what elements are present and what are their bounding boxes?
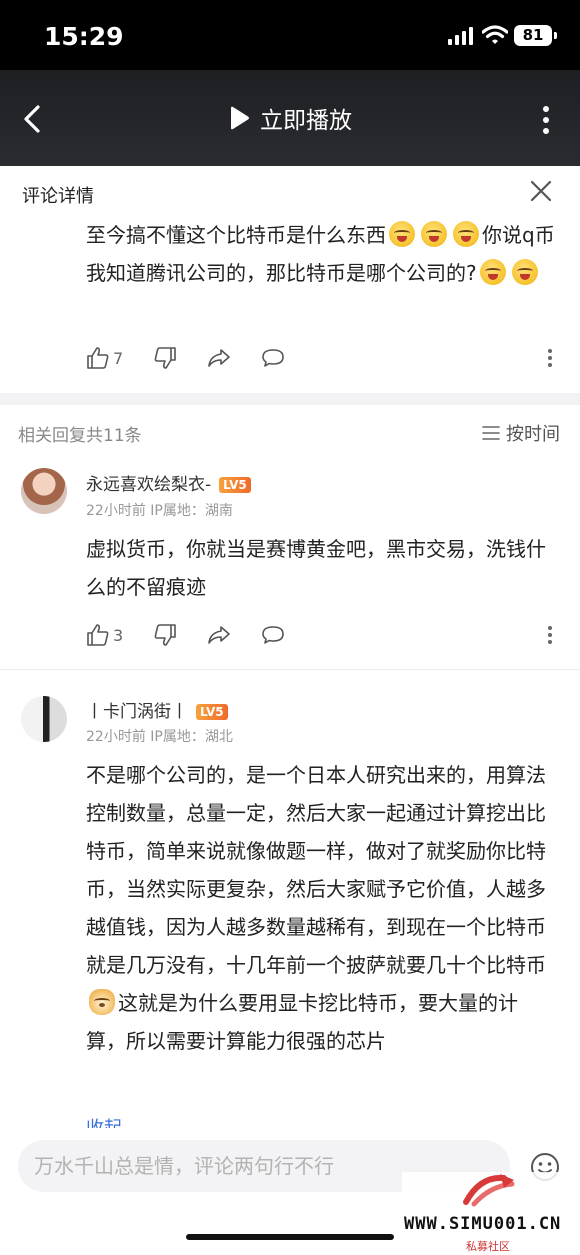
dislike-button[interactable] xyxy=(153,346,177,370)
reply-text-part-2: 这就是为什么要用显卡挖比特币，要大量的计算，所以需要计算能力很强的芯片 xyxy=(86,991,518,1053)
like-count: 3 xyxy=(113,625,124,645)
more-options-icon[interactable] xyxy=(547,348,553,368)
laugh-cry-emoji-icon xyxy=(389,221,415,247)
level-badge: LV5 xyxy=(196,704,228,720)
watermark-logo-icon xyxy=(463,1174,515,1207)
thumbs-down-icon xyxy=(154,347,176,369)
like-count: 7 xyxy=(113,348,124,368)
collapse-link[interactable]: 收起 xyxy=(86,1112,122,1128)
more-options-icon[interactable] xyxy=(547,625,553,645)
reply-username-text: 永远喜欢绘梨衣- xyxy=(86,475,212,495)
avatar[interactable] xyxy=(21,696,67,742)
more-vert-icon[interactable] xyxy=(542,106,550,134)
share-button[interactable] xyxy=(207,346,231,370)
sort-lines-icon xyxy=(482,426,500,440)
reply-text: 虚拟货币，你就当是赛博黄金吧，黑市交易，洗钱什么的不留痕迹 xyxy=(86,537,546,599)
main-comment-actions: 7 xyxy=(86,346,315,370)
status-bar: 15:29 81 xyxy=(0,0,580,70)
main-comment-part-1: 至今搞不懂这个比特币是什么东西 xyxy=(86,223,386,247)
laugh-cry-emoji-icon xyxy=(479,259,506,285)
like-button[interactable]: 3 xyxy=(86,623,123,647)
signal-icon xyxy=(448,27,473,45)
watermark-site: WWW.SIMU001.CN xyxy=(404,1214,562,1234)
chevron-left-icon[interactable] xyxy=(20,104,46,134)
comment-bubble-icon xyxy=(262,626,284,644)
reply-text-part-1: 不是哪个公司的，是一个日本人研究出来的，用算法控制数量，总量一定，然后大家一起通… xyxy=(86,763,546,977)
close-icon[interactable] xyxy=(530,180,552,202)
panel-title: 评论详情 xyxy=(22,186,94,207)
play-icon xyxy=(231,106,249,130)
doge-emoji-icon xyxy=(89,989,115,1015)
avatar[interactable] xyxy=(21,468,67,514)
reply-actions: 3 xyxy=(86,623,315,647)
share-button[interactable] xyxy=(207,623,231,647)
like-button[interactable]: 7 xyxy=(86,346,123,370)
battery-icon: 81 xyxy=(514,25,557,46)
reply-username-text: 丨卡门涡街丨 xyxy=(86,702,188,722)
wifi-icon xyxy=(482,25,508,44)
watermark-sub: 私募社区 xyxy=(466,1240,510,1253)
section-divider xyxy=(0,393,580,405)
battery-level: 81 xyxy=(522,26,544,44)
thumbs-up-icon xyxy=(87,624,109,646)
thumbs-down-icon xyxy=(154,624,176,646)
sort-by-time-button[interactable]: 按时间 xyxy=(482,420,560,446)
reply-text: 不是哪个公司的，是一个日本人研究出来的，用算法控制数量，总量一定，然后大家一起通… xyxy=(86,756,556,1060)
dislike-button[interactable] xyxy=(153,623,177,647)
home-indicator xyxy=(186,1234,394,1240)
level-badge: LV5 xyxy=(219,477,251,493)
comment-detail-panel: 评论详情 至今搞不懂这个比特币是什么东西 你说q币我知道腾讯公司的，那比特币是哪个… xyxy=(0,166,580,1255)
sort-label: 按时间 xyxy=(506,424,560,445)
reply-username[interactable]: 永远喜欢绘梨衣- LV5 xyxy=(86,470,251,495)
laugh-cry-emoji-icon xyxy=(421,221,447,247)
reply-button[interactable] xyxy=(261,346,285,370)
reply-count-label: 相关回复共11条 xyxy=(18,426,142,446)
laugh-cry-emoji-icon xyxy=(511,259,538,285)
main-comment-text: 至今搞不懂这个比特币是什么东西 你说q币我知道腾讯公司的，那比特币是哪个公司的? xyxy=(86,216,556,292)
play-now-label: 立即播放 xyxy=(260,108,352,134)
thumbs-up-icon xyxy=(87,347,109,369)
site-watermark: WWW.SIMU001.CN 私募社区 xyxy=(402,1172,578,1253)
reply-meta: 22小时前 IP属地：湖南 xyxy=(86,503,233,519)
play-now-button[interactable]: 立即播放 xyxy=(228,100,352,136)
laugh-cry-emoji-icon xyxy=(453,221,479,247)
status-time: 15:29 xyxy=(44,22,124,51)
video-header: 立即播放 xyxy=(0,70,580,166)
share-icon xyxy=(208,349,230,367)
share-icon xyxy=(208,626,230,644)
reply-button[interactable] xyxy=(261,623,285,647)
reply-divider xyxy=(0,669,580,670)
comment-bubble-icon xyxy=(262,349,284,367)
reply-meta: 22小时前 IP属地：湖北 xyxy=(86,729,233,745)
reply-username[interactable]: 丨卡门涡街丨 LV5 xyxy=(86,697,228,722)
